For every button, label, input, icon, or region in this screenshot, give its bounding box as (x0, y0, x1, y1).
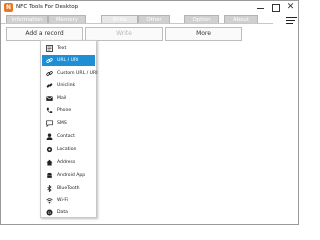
dropdown-item-label: Android App (57, 173, 86, 178)
window-title: NFC Tools For Desktop (16, 4, 79, 10)
maximize-button[interactable] (268, 1, 283, 14)
svg-text:D: D (48, 211, 51, 215)
dropdown-item-mail[interactable]: Mail (42, 93, 95, 104)
text-icon (46, 45, 53, 52)
mail-icon (46, 96, 53, 101)
bluetooth-icon (47, 185, 52, 192)
dropdown-item-bluetooth[interactable]: BlueTooth (42, 183, 95, 194)
dropdown-item-phone[interactable]: Phone (42, 105, 95, 116)
record-type-dropdown: Text URL / URI Custom URL / URI Uniclink (40, 40, 98, 218)
location-icon (46, 146, 53, 153)
dropdown-item-label: Location (57, 147, 77, 152)
minimize-button[interactable] (253, 1, 268, 14)
custom-link-icon (46, 71, 53, 76)
dropdown-item-label: SMS (57, 121, 67, 126)
title-bar: N NFC Tools For Desktop ✕ (1, 1, 298, 14)
dropdown-item-label: Contact (57, 134, 75, 139)
dropdown-item-contact[interactable]: Contact (42, 131, 95, 142)
dropdown-item-address[interactable]: Address (42, 157, 95, 168)
dropdown-item-text[interactable]: Text (42, 43, 95, 54)
link-icon (46, 58, 53, 63)
dropdown-item-url[interactable]: URL / URI (42, 55, 95, 66)
dropdown-item-location[interactable]: Location (42, 144, 95, 155)
uniclink-icon (46, 83, 53, 88)
data-icon: D (46, 209, 53, 216)
tab-divider (1, 23, 273, 24)
nfc-logo-icon: N (4, 3, 13, 12)
dropdown-item-label: Mail (57, 96, 67, 101)
dropdown-item-custom-url[interactable]: Custom URL / URI (42, 68, 98, 79)
dropdown-item-data[interactable]: D Data (42, 207, 95, 218)
dropdown-item-wifi[interactable]: Wi-Fi (42, 195, 95, 206)
dropdown-item-label: Text (57, 46, 67, 51)
dropdown-item-uniclink[interactable]: Uniclink (42, 80, 95, 91)
dropdown-item-label: Custom URL / URI (57, 71, 98, 76)
menu-icon[interactable] (286, 16, 297, 25)
dropdown-item-sms[interactable]: SMS (42, 118, 95, 129)
phone-icon (46, 107, 53, 114)
android-icon (47, 172, 52, 178)
dropdown-item-label: Address (57, 160, 76, 165)
dropdown-item-label: BlueTooth (57, 186, 80, 191)
sms-icon (46, 120, 53, 127)
dropdown-item-label: Phone (57, 108, 72, 113)
dropdown-item-label: Wi-Fi (57, 198, 68, 203)
app-window: N NFC Tools For Desktop ✕ Information Me… (0, 0, 299, 225)
add-record-button[interactable]: Add a record (6, 27, 83, 41)
dropdown-item-label: Data (57, 210, 68, 215)
more-button[interactable]: More (165, 27, 242, 41)
address-icon (46, 159, 53, 166)
dropdown-item-label: Uniclink (57, 83, 76, 88)
dropdown-item-android-app[interactable]: Android App (42, 170, 95, 181)
contact-icon (46, 133, 53, 140)
wifi-icon (46, 198, 53, 204)
close-button[interactable]: ✕ (283, 1, 298, 14)
write-button[interactable]: Write (85, 27, 163, 41)
dropdown-item-label: URL / URI (57, 58, 79, 63)
